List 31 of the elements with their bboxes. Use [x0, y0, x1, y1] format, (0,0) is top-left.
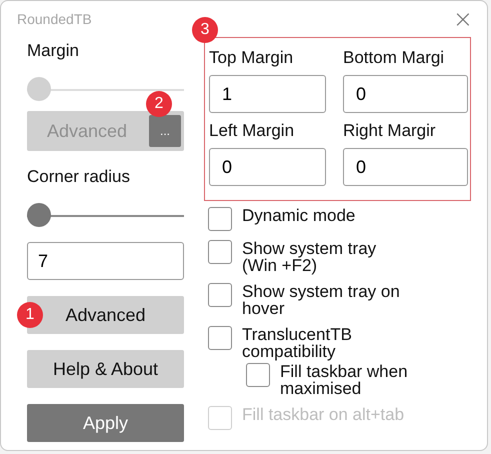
window-title: RoundedTB — [17, 11, 92, 27]
annotation-badge: 3 — [192, 17, 218, 43]
more-button[interactable]: ... — [149, 115, 181, 147]
annotation-badge: 2 — [146, 91, 172, 117]
corner-radius-label: Corner radius — [27, 167, 131, 187]
checkbox[interactable] — [208, 326, 232, 350]
margin-label: Left Margin — [209, 121, 296, 141]
option-label: TranslucentTB compatibility — [242, 326, 353, 360]
margin-label: Right Margir — [343, 121, 437, 141]
checkbox[interactable] — [208, 207, 232, 231]
action-button[interactable]: Help & About — [27, 350, 184, 388]
option-label: Dynamic mode — [242, 207, 356, 224]
option-label: Show system tray on hover — [242, 283, 401, 317]
option-label: Fill taskbar when maximised — [280, 363, 409, 397]
margin-field[interactable]: 1 — [209, 75, 326, 113]
checkbox[interactable] — [246, 363, 270, 387]
margin-label: Margin — [27, 41, 80, 61]
margin-field[interactable]: 0 — [343, 148, 468, 186]
margin-field[interactable]: 0 — [343, 75, 468, 113]
corner-radius-field[interactable]: 7 — [27, 242, 184, 280]
corner-radius-slider[interactable] — [27, 203, 184, 229]
margin-label: Top Margin — [209, 48, 294, 68]
close-button[interactable]: × — [452, 9, 473, 29]
annotation-badge: 1 — [17, 302, 43, 328]
option-label: Fill taskbar on alt+tab — [242, 406, 406, 423]
margin-label: Bottom Margi — [343, 48, 446, 68]
apply-button[interactable]: Apply — [27, 404, 184, 442]
option-label: Show system tray (Win +F2) — [242, 240, 378, 274]
margin-field[interactable]: 0 — [209, 148, 326, 186]
checkbox[interactable] — [208, 240, 232, 264]
checkbox[interactable] — [208, 283, 232, 307]
